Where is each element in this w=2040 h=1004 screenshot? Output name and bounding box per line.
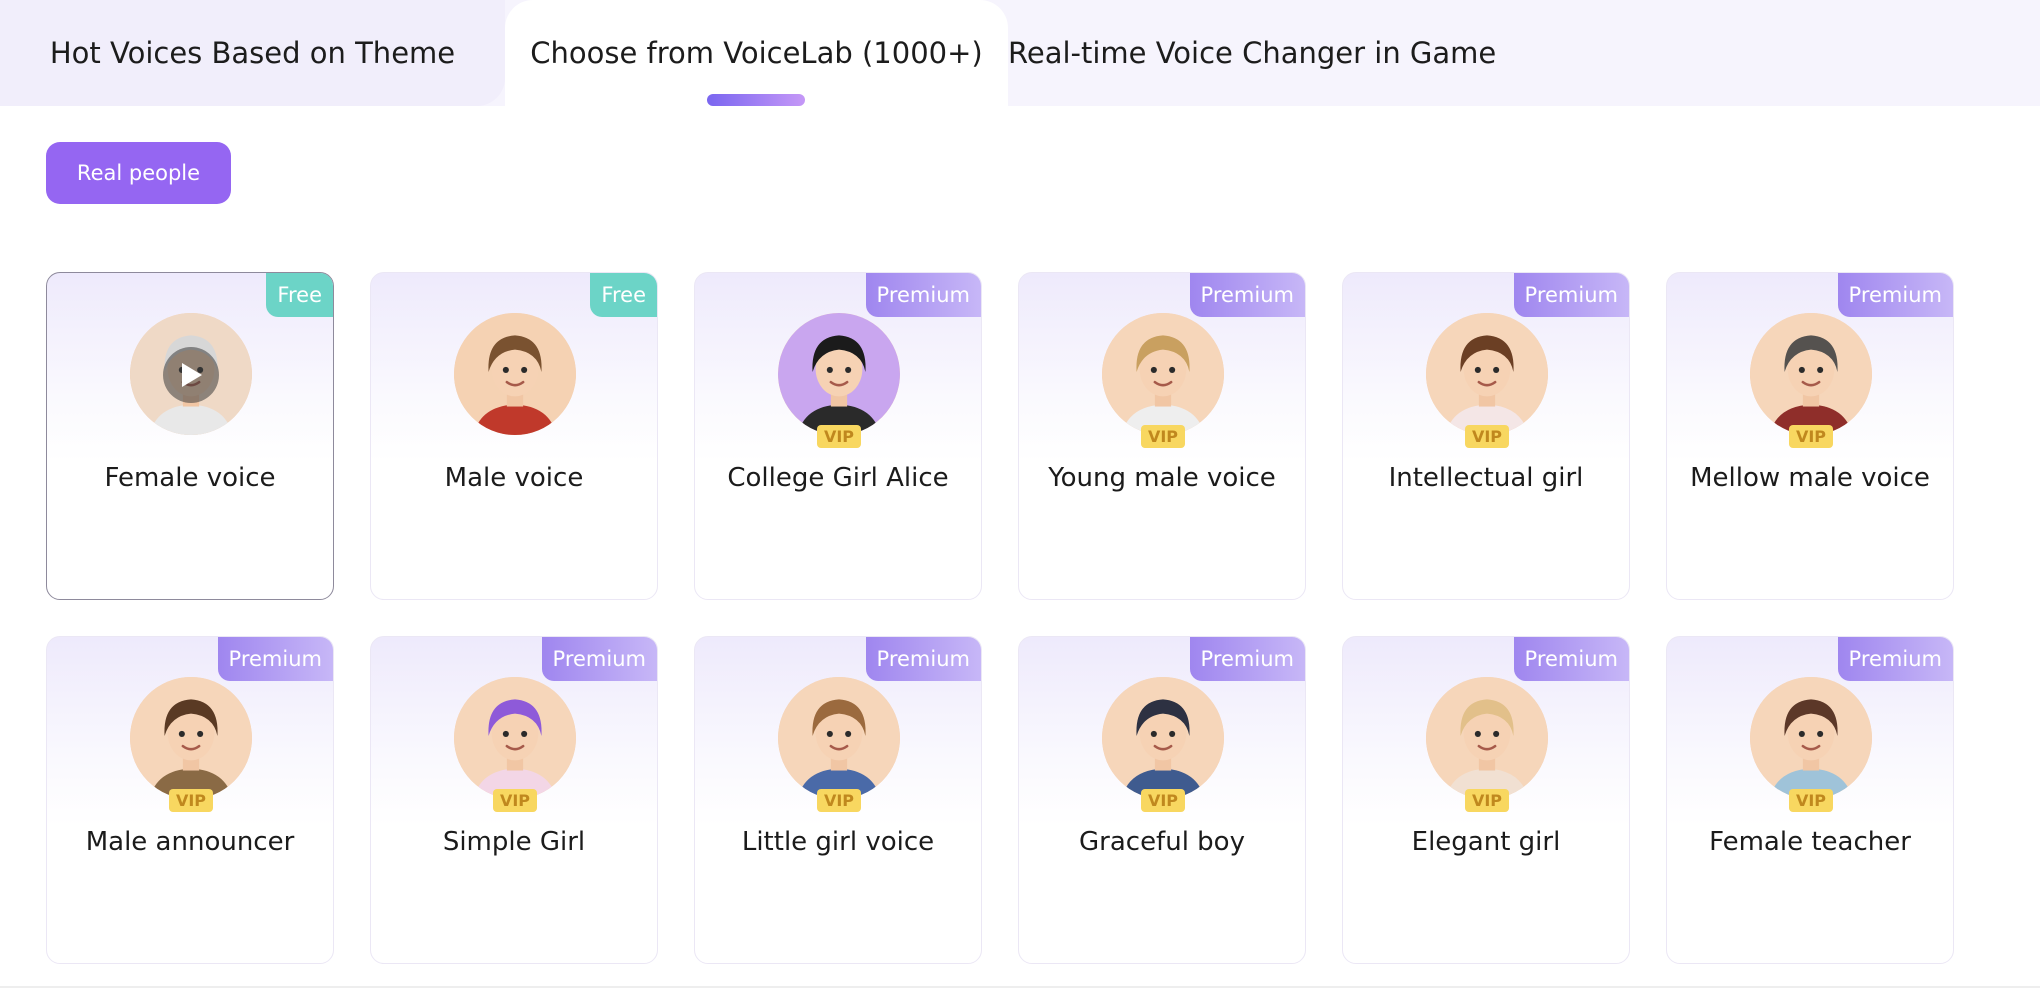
voice-name: Male announcer [85, 827, 295, 857]
tab-realtime-voice-changer[interactable]: Real-time Voice Changer in Game [1008, 0, 1508, 106]
premium-badge: Premium [541, 637, 657, 681]
announcer-avatar-icon [130, 677, 252, 799]
voice-library-page: Hot Voices Based on Theme Choose from Vo… [0, 0, 2040, 1004]
play-icon[interactable] [163, 347, 219, 403]
teacher-avatar-icon [1750, 677, 1872, 799]
voice-card[interactable]: Premium VIP Mellow male voice [1666, 272, 1954, 600]
voice-name: Elegant girl [1411, 827, 1561, 857]
voice-card[interactable]: Premium VIP College Girl Alice [694, 272, 982, 600]
voice-name: Simple Girl [442, 827, 586, 857]
premium-badge: Premium [865, 637, 981, 681]
blonde-girl-avatar-icon [1426, 677, 1548, 799]
voice-card[interactable]: Free Male voice [370, 272, 658, 600]
voice-name: Graceful boy [1079, 827, 1245, 857]
voice-card[interactable]: Premium VIP Female teacher [1666, 636, 1954, 964]
vip-badge: VIP [1141, 789, 1185, 812]
vip-badge: VIP [1789, 425, 1833, 448]
premium-badge: Premium [1189, 637, 1305, 681]
bearded-man-avatar-icon [1750, 313, 1872, 435]
voice-card[interactable]: Premium VIP Young male voice [1018, 272, 1306, 600]
voice-card[interactable]: Premium VIP Male announcer [46, 636, 334, 964]
free-badge: Free [266, 273, 333, 317]
voice-card[interactable]: Free Female voice [46, 272, 334, 600]
voice-name: Female teacher [1709, 827, 1911, 857]
purple-hair-girl-avatar-icon [454, 677, 576, 799]
voice-card[interactable]: Premium VIP Little girl voice [694, 636, 982, 964]
voice-name: Young male voice [1048, 463, 1276, 493]
vip-badge: VIP [1789, 789, 1833, 812]
premium-badge: Premium [1837, 637, 1953, 681]
premium-badge: Premium [1513, 273, 1629, 317]
voice-name: Little girl voice [741, 827, 935, 857]
premium-badge: Premium [1189, 273, 1305, 317]
vip-badge: VIP [493, 789, 537, 812]
vip-badge: VIP [817, 789, 861, 812]
bottom-divider [0, 986, 2040, 988]
active-tab-indicator [707, 94, 805, 106]
young-man-avatar-icon [1102, 313, 1224, 435]
vip-badge: VIP [1141, 425, 1185, 448]
tab-bar: Hot Voices Based on Theme Choose from Vo… [0, 0, 2040, 106]
girl-avatar-icon [778, 313, 900, 435]
premium-badge: Premium [1837, 273, 1953, 317]
voice-name: Mellow male voice [1690, 463, 1930, 493]
premium-badge: Premium [865, 273, 981, 317]
voice-name: College Girl Alice [727, 463, 949, 493]
voice-card[interactable]: Premium VIP Intellectual girl [1342, 272, 1630, 600]
voice-name: Male voice [444, 463, 584, 493]
premium-badge: Premium [217, 637, 333, 681]
vip-badge: VIP [817, 425, 861, 448]
suited-boy-avatar-icon [1102, 677, 1224, 799]
voice-card[interactable]: Premium VIP Graceful boy [1018, 636, 1306, 964]
woman-avatar-icon [1426, 313, 1548, 435]
tab-voicelab[interactable]: Choose from VoiceLab (1000+) [505, 0, 1008, 106]
real-people-filter-button[interactable]: Real people [46, 142, 231, 204]
free-badge: Free [590, 273, 657, 317]
voice-card[interactable]: Premium VIP Simple Girl [370, 636, 658, 964]
vip-badge: VIP [1465, 789, 1509, 812]
little-girl-avatar-icon [778, 677, 900, 799]
vip-badge: VIP [169, 789, 213, 812]
tab-hot-voices[interactable]: Hot Voices Based on Theme [0, 0, 505, 106]
vip-badge: VIP [1465, 425, 1509, 448]
voice-name: Intellectual girl [1388, 463, 1584, 493]
cowboy-avatar-icon [454, 313, 576, 435]
voice-name: Female voice [104, 463, 276, 493]
premium-badge: Premium [1513, 637, 1629, 681]
voice-card[interactable]: Premium VIP Elegant girl [1342, 636, 1630, 964]
